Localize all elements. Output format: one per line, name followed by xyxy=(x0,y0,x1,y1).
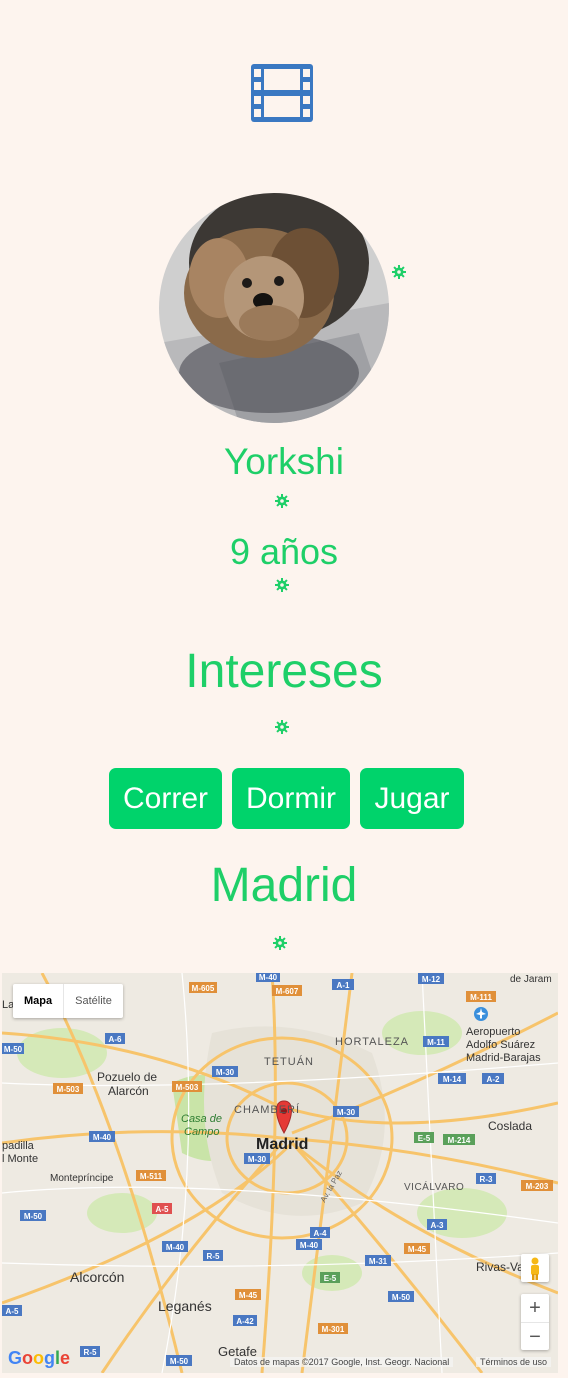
edit-photo-gear-icon[interactable] xyxy=(392,265,406,279)
svg-text:M-607: M-607 xyxy=(276,987,299,996)
svg-text:M-50: M-50 xyxy=(392,1293,411,1302)
svg-text:R-5: R-5 xyxy=(207,1252,220,1261)
map-type-map-button[interactable]: Mapa xyxy=(13,984,63,1018)
street-view-pegman-icon[interactable] xyxy=(521,1254,549,1282)
svg-text:CHAMBERÍ: CHAMBERÍ xyxy=(234,1103,300,1116)
svg-text:M-50: M-50 xyxy=(170,1357,189,1366)
svg-text:M-40: M-40 xyxy=(300,1241,319,1250)
film-icon xyxy=(251,64,313,122)
svg-text:Alcorcón: Alcorcón xyxy=(70,1269,124,1285)
interest-chip-correr[interactable]: Correr xyxy=(109,768,222,829)
svg-text:Aeropuerto: Aeropuerto xyxy=(466,1026,520,1038)
svg-text:E-5: E-5 xyxy=(324,1274,337,1283)
profile-age: 9 años xyxy=(229,531,339,572)
profile-avatar xyxy=(159,193,389,423)
svg-text:M-50: M-50 xyxy=(4,1045,23,1054)
zoom-control[interactable]: + − xyxy=(521,1294,549,1350)
svg-text:M-45: M-45 xyxy=(239,1291,258,1300)
map-canvas[interactable]: M-40 M-605 M-607 A-1 M-12 M-111 A-6 M-11… xyxy=(2,973,558,1373)
svg-text:l Monte: l Monte xyxy=(2,1153,38,1165)
svg-text:M-111: M-111 xyxy=(470,993,492,1002)
svg-text:padilla: padilla xyxy=(2,1140,35,1152)
interest-chip-dormir[interactable]: Dormir xyxy=(232,768,350,829)
svg-text:M-40: M-40 xyxy=(259,973,278,982)
svg-text:A-42: A-42 xyxy=(236,1317,254,1326)
svg-text:M-40: M-40 xyxy=(166,1243,185,1252)
svg-text:R-3: R-3 xyxy=(480,1175,493,1184)
svg-text:VICÁLVARO: VICÁLVARO xyxy=(404,1180,464,1193)
map-attribution: Datos de mapas ©2017 Google, Inst. Geogr… xyxy=(230,1357,454,1367)
profile-name: Yorkshi xyxy=(224,441,344,482)
google-logo: Google xyxy=(8,1348,71,1368)
svg-text:Pozuelo de: Pozuelo de xyxy=(97,1070,157,1084)
svg-text:M-11: M-11 xyxy=(427,1038,445,1047)
svg-text:Leganés: Leganés xyxy=(158,1298,212,1314)
zoom-out-button[interactable]: − xyxy=(521,1323,549,1351)
edit-city-gear-icon[interactable] xyxy=(273,936,287,950)
map-type-control[interactable]: Mapa Satélite xyxy=(13,984,123,1018)
edit-interests-gear-icon[interactable] xyxy=(275,720,289,734)
interest-chip-jugar[interactable]: Jugar xyxy=(360,768,464,829)
svg-text:M-14: M-14 xyxy=(443,1075,462,1084)
svg-text:Montepríncipe: Montepríncipe xyxy=(50,1173,114,1184)
zoom-in-button[interactable]: + xyxy=(521,1294,549,1323)
svg-text:Madrid-Barajas: Madrid-Barajas xyxy=(466,1052,541,1064)
interests-heading: Intereses xyxy=(185,645,383,698)
svg-text:Casa de: Casa de xyxy=(181,1113,222,1125)
svg-text:TETUÁN: TETUÁN xyxy=(264,1055,314,1068)
svg-text:HORTALEZA: HORTALEZA xyxy=(335,1036,409,1048)
profile-city: Madrid xyxy=(210,859,358,912)
svg-text:Rivas-Va: Rivas-Va xyxy=(476,1260,524,1274)
svg-text:M-214: M-214 xyxy=(448,1136,471,1145)
svg-text:A-1: A-1 xyxy=(337,981,350,990)
svg-text:R-5: R-5 xyxy=(84,1348,97,1357)
svg-text:M-511: M-511 xyxy=(140,1172,163,1181)
svg-text:M-30: M-30 xyxy=(248,1155,267,1164)
svg-text:M-605: M-605 xyxy=(192,984,215,993)
location-map[interactable]: M-40 M-605 M-607 A-1 M-12 M-111 A-6 M-11… xyxy=(2,973,558,1373)
svg-text:A-4: A-4 xyxy=(314,1229,327,1238)
svg-text:M-50: M-50 xyxy=(24,1212,43,1221)
svg-text:M-301: M-301 xyxy=(322,1325,345,1334)
svg-text:M-503: M-503 xyxy=(176,1083,199,1092)
svg-text:A-5: A-5 xyxy=(156,1205,169,1214)
svg-text:M-40: M-40 xyxy=(93,1133,112,1142)
map-terms-link[interactable]: Términos de uso xyxy=(476,1357,552,1367)
svg-text:de Jaram: de Jaram xyxy=(510,974,552,985)
svg-text:Adolfo Suárez: Adolfo Suárez xyxy=(466,1039,535,1051)
svg-text:M-31: M-31 xyxy=(369,1257,388,1266)
svg-text:A-2: A-2 xyxy=(487,1075,500,1084)
svg-text:A-5: A-5 xyxy=(6,1307,19,1316)
svg-text:Alarcón: Alarcón xyxy=(108,1084,149,1098)
svg-text:M-45: M-45 xyxy=(408,1245,427,1254)
svg-text:A-3: A-3 xyxy=(431,1221,444,1230)
svg-text:M-30: M-30 xyxy=(337,1108,356,1117)
svg-text:M-12: M-12 xyxy=(422,975,441,984)
svg-text:Campo: Campo xyxy=(184,1126,219,1138)
edit-name-gear-icon[interactable] xyxy=(275,494,289,508)
svg-text:E-5: E-5 xyxy=(418,1134,431,1143)
edit-age-gear-icon[interactable] xyxy=(275,578,289,592)
svg-text:M-203: M-203 xyxy=(526,1182,549,1191)
map-type-satellite-button[interactable]: Satélite xyxy=(63,984,123,1018)
svg-text:Coslada: Coslada xyxy=(488,1119,532,1133)
svg-text:Madrid: Madrid xyxy=(256,1136,308,1153)
svg-text:A-6: A-6 xyxy=(109,1035,122,1044)
svg-text:M-30: M-30 xyxy=(216,1068,235,1077)
svg-text:M-503: M-503 xyxy=(57,1085,80,1094)
